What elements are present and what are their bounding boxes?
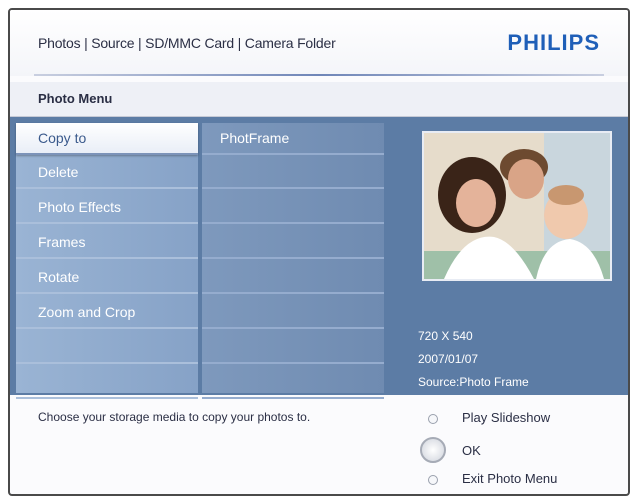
breadcrumb: Photos | Source | SD/MMC Card | Camera F… (38, 35, 336, 51)
page-title: Photo Menu (38, 91, 113, 106)
menu-item-delete[interactable]: Delete (16, 157, 198, 189)
option-play-slideshow[interactable]: Play Slideshow (462, 410, 550, 425)
family-photo-image (424, 133, 610, 279)
submenu-item-disabled (202, 157, 384, 189)
submenu-item-disabled (202, 262, 384, 294)
photo-resolution: 720 X 540 (418, 329, 473, 343)
play-slideshow-radio-icon[interactable] (428, 414, 438, 424)
brand-logo: PHILIPS (507, 30, 600, 55)
option-exit-photo-menu[interactable]: Exit Photo Menu (462, 471, 557, 486)
photo-thumbnail (422, 131, 612, 281)
submenu-item-disabled (202, 297, 384, 329)
exit-photo-menu-radio-icon[interactable] (428, 475, 438, 485)
copy-destination-submenu: PhotFrame (202, 123, 384, 399)
option-ok[interactable]: OK (462, 443, 481, 458)
photo-date: 2007/01/07 (418, 352, 479, 366)
main-menu: Copy to Delete Photo Effects Frames Rota… (16, 123, 198, 399)
submenu-item-disabled (202, 367, 384, 399)
photo-source: Source:Photo Frame (418, 375, 529, 389)
submenu-item-disabled (202, 332, 384, 364)
title-bar: Photo Menu (10, 82, 628, 117)
menu-item-empty (16, 367, 198, 399)
menu-item-photo-effects[interactable]: Photo Effects (16, 192, 198, 224)
header: Photos | Source | SD/MMC Card | Camera F… (10, 10, 628, 76)
menu-item-empty (16, 332, 198, 364)
ok-button-icon[interactable] (420, 437, 446, 463)
menu-panel: Copy to Delete Photo Effects Frames Rota… (10, 117, 628, 399)
header-divider (34, 74, 604, 76)
submenu-item-photoframe[interactable]: PhotFrame (202, 123, 384, 155)
submenu-item-disabled (202, 227, 384, 259)
menu-item-frames[interactable]: Frames (16, 227, 198, 259)
menu-item-copy-to[interactable]: Copy to (16, 123, 198, 155)
photo-frame-screen: Photos | Source | SD/MMC Card | Camera F… (8, 8, 630, 496)
menu-item-rotate[interactable]: Rotate (16, 262, 198, 294)
submenu-item-disabled (202, 192, 384, 224)
footer-hint: Choose your storage media to copy your p… (38, 410, 311, 424)
menu-item-zoom-and-crop[interactable]: Zoom and Crop (16, 297, 198, 329)
